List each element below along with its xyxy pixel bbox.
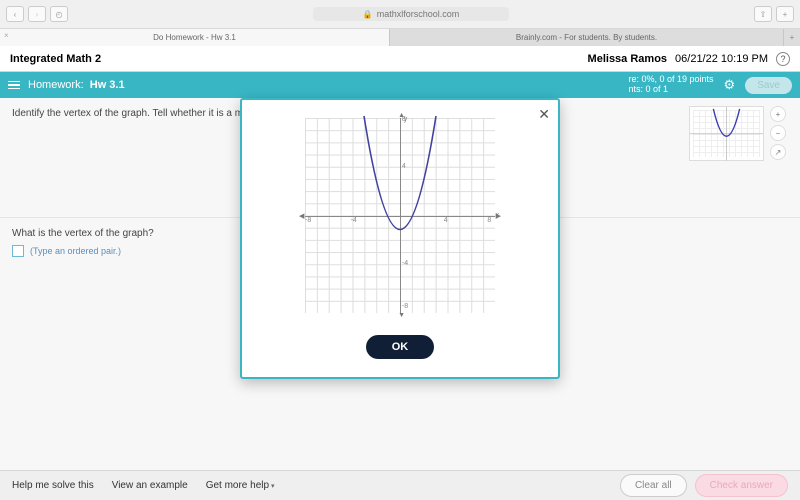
graph-canvas: y x ▲ ▼ ◀ ▶ -8 -4 4 8 8 4 -4 -8 — [305, 118, 495, 313]
parabola-curve — [305, 118, 495, 313]
nav-fwd-button[interactable]: › — [28, 6, 46, 22]
nav-back-button[interactable]: ‹ — [6, 6, 24, 22]
tab-brainly[interactable]: Brainly.com - For students. By students. — [390, 29, 784, 46]
app-header: Integrated Math 2 Melissa Ramos 06/21/22… — [0, 46, 800, 72]
homework-title: Homework: Hw 3.1 — [28, 79, 125, 91]
browser-tabs: × Do Homework - Hw 3.1 Brainly.com - For… — [0, 29, 800, 46]
modal-overlay: ✕ y x ▲ ▼ ◀ ▶ -8 -4 4 8 8 4 -4 -8 — [0, 98, 800, 470]
share-icon[interactable]: ⇧ — [754, 6, 772, 22]
url-host: mathxlforschool.com — [377, 9, 460, 19]
address-bar[interactable]: 🔒 mathxlforschool.com — [74, 0, 748, 28]
arrow-right-icon: ▶ — [496, 212, 501, 220]
tab-add-button[interactable]: + — [784, 29, 800, 46]
course-title: Integrated Math 2 — [10, 53, 101, 65]
graph-modal: ✕ y x ▲ ▼ ◀ ▶ -8 -4 4 8 8 4 -4 -8 — [240, 98, 560, 379]
clear-all-button[interactable]: Clear all — [620, 474, 687, 497]
sidebar-toggle-icon[interactable]: ◴ — [50, 6, 68, 22]
browser-toolbar: ‹ › ◴ 🔒 mathxlforschool.com ⇧ + — [0, 0, 800, 29]
homework-label-prefix: Homework: — [28, 79, 84, 91]
score-block: re: 0%, 0 of 19 points nts: 0 of 1 — [628, 75, 713, 95]
gear-icon[interactable]: ⚙ — [724, 77, 736, 93]
lock-icon: 🔒 — [363, 10, 373, 19]
score-line-2: nts: 0 of 1 — [628, 85, 713, 95]
check-answer-button[interactable]: Check answer — [695, 474, 788, 497]
tab-label: Do Homework - Hw 3.1 — [153, 33, 236, 42]
datetime: 06/21/22 10:19 PM — [675, 53, 768, 65]
content-area: Identify the vertex of the graph. Tell w… — [0, 98, 800, 470]
ok-button[interactable]: OK — [366, 335, 435, 359]
close-icon[interactable]: ✕ — [538, 106, 550, 123]
help-icon[interactable]: ? — [776, 52, 790, 66]
save-button[interactable]: Save — [745, 77, 792, 94]
footer-bar: Help me solve this View an example Get m… — [0, 470, 800, 500]
homework-bar: Homework: Hw 3.1 re: 0%, 0 of 19 points … — [0, 72, 800, 98]
arrow-left-icon: ◀ — [299, 212, 304, 220]
homework-name: Hw 3.1 — [90, 79, 125, 91]
arrow-down-icon: ▼ — [398, 312, 405, 319]
tab-close-icon[interactable]: × — [4, 31, 9, 40]
help-me-link[interactable]: Help me solve this — [12, 480, 94, 491]
user-name: Melissa Ramos — [588, 53, 667, 65]
get-more-help-menu[interactable]: Get more help — [206, 480, 275, 491]
view-example-link[interactable]: View an example — [112, 480, 188, 491]
tab-label: Brainly.com - For students. By students. — [516, 33, 657, 42]
tab-homework[interactable]: × Do Homework - Hw 3.1 — [0, 29, 390, 46]
menu-icon[interactable] — [8, 79, 20, 92]
new-tab-icon[interactable]: + — [776, 6, 794, 22]
